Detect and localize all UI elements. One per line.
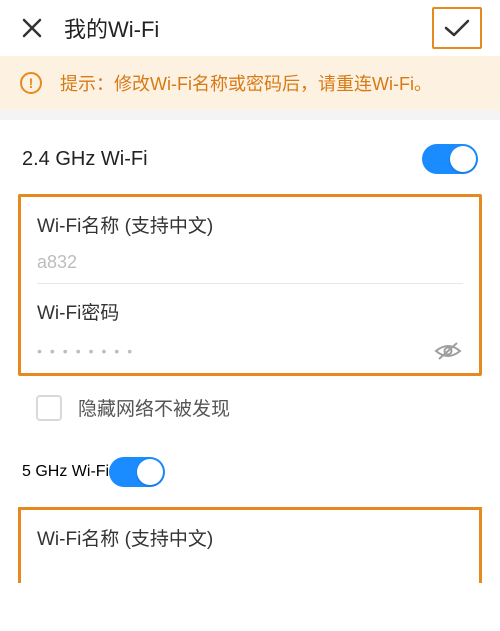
section-gap <box>0 110 500 120</box>
toggle-knob <box>450 146 476 172</box>
close-icon <box>21 17 43 39</box>
wifi24-password-field: Wi-Fi密码 •••••••• <box>21 284 479 373</box>
tip-text: 提示：修改Wi-Fi名称或密码后，请重连Wi-Fi。 <box>60 70 432 96</box>
eye-off-icon <box>433 339 463 363</box>
hide-ssid-row[interactable]: 隐藏网络不被发现 <box>0 376 500 445</box>
show-password-button[interactable] <box>433 339 463 363</box>
tip-banner: ! 提示：修改Wi-Fi名称或密码后，请重连Wi-Fi。 <box>0 56 500 110</box>
wifi24-row: 2.4 GHz Wi-Fi <box>0 120 500 194</box>
check-icon <box>443 17 471 39</box>
wifi24-password-label: Wi-Fi密码 <box>37 298 463 325</box>
header: 我的Wi-Fi <box>0 0 500 56</box>
wifi5-toggle[interactable] <box>109 457 165 487</box>
wifi24-password-input[interactable]: •••••••• <box>37 343 433 359</box>
wifi24-name-field: Wi-Fi名称 (支持中文) <box>21 197 479 283</box>
confirm-button[interactable] <box>432 7 482 49</box>
wifi24-name-label: Wi-Fi名称 (支持中文) <box>37 211 463 238</box>
wifi5-card: Wi-Fi名称 (支持中文) <box>18 507 482 583</box>
toggle-knob <box>137 459 163 485</box>
wifi5-row: 5 GHz Wi-Fi <box>0 445 500 507</box>
hide-ssid-label: 隐藏网络不被发现 <box>78 394 230 421</box>
close-button[interactable] <box>18 14 46 42</box>
warning-icon: ! <box>20 72 42 94</box>
wifi5-title: 5 GHz Wi-Fi <box>22 463 109 481</box>
wifi5-name-field: Wi-Fi名称 (支持中文) <box>21 510 479 583</box>
wifi24-toggle[interactable] <box>422 144 478 174</box>
wifi5-name-label: Wi-Fi名称 (支持中文) <box>37 524 463 551</box>
wifi24-name-input[interactable] <box>37 252 463 273</box>
page-title: 我的Wi-Fi <box>64 12 159 44</box>
wifi24-title: 2.4 GHz Wi-Fi <box>22 148 148 171</box>
wifi24-card: Wi-Fi名称 (支持中文) Wi-Fi密码 •••••••• <box>18 194 482 376</box>
hide-ssid-checkbox[interactable] <box>36 395 62 421</box>
wifi-settings-screen: 我的Wi-Fi ! 提示：修改Wi-Fi名称或密码后，请重连Wi-Fi。 2.4… <box>0 0 500 631</box>
